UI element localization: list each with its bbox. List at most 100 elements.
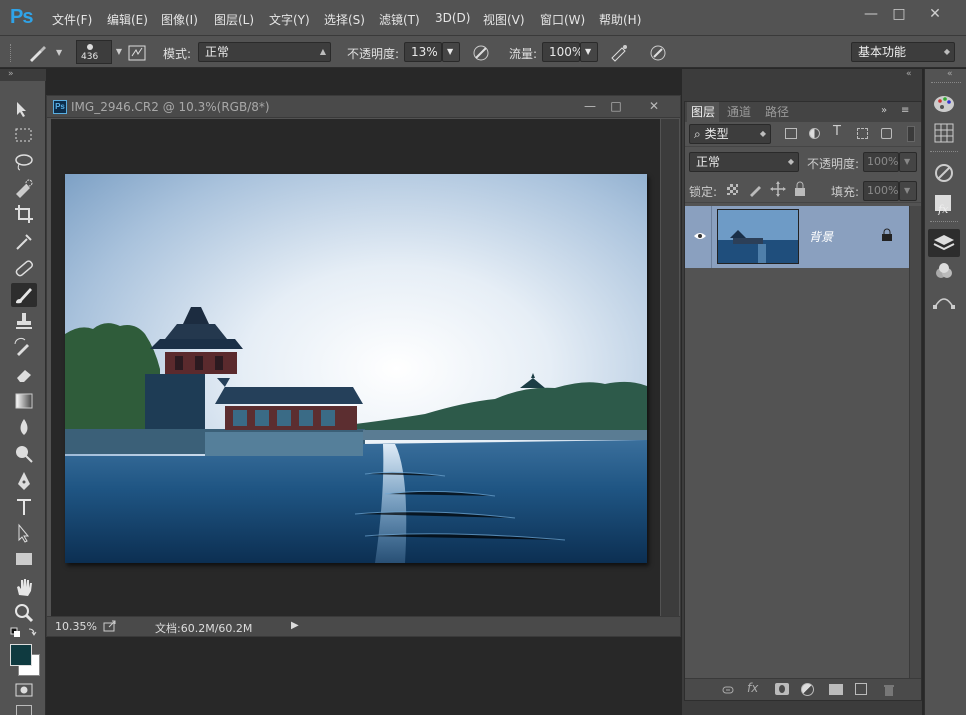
tab-channels[interactable]: 通道	[721, 102, 757, 122]
tab-layers[interactable]: 图层	[687, 102, 719, 122]
layer-filter-select[interactable]: ⌕ 类型 ◆	[689, 124, 771, 144]
mode-select[interactable]: 正常 ▲	[198, 42, 331, 62]
layer-opacity-dropdown-arrow-icon[interactable]: ▼	[899, 152, 917, 172]
filter-shape-icon[interactable]	[857, 128, 868, 139]
strip-grip[interactable]	[931, 82, 961, 86]
fx-icon[interactable]: fx	[747, 681, 758, 695]
flow-input[interactable]: 100%	[542, 42, 583, 62]
foreground-color-swatch[interactable]	[10, 644, 32, 666]
filter-adjustment-icon[interactable]	[809, 128, 820, 139]
color-palette-icon[interactable]	[932, 93, 956, 115]
adjustments-icon[interactable]	[932, 162, 956, 184]
document-titlebar[interactable]: Ps IMG_2946.CR2 @ 10.3%(RGB/8*) — □ ✕	[47, 96, 680, 118]
eye-icon[interactable]	[693, 230, 707, 242]
pressure-size-icon[interactable]	[647, 42, 669, 64]
adjustment-layer-icon[interactable]	[801, 683, 814, 696]
path-selection-tool-icon[interactable]	[11, 521, 37, 545]
options-grip[interactable]	[10, 44, 13, 62]
panel-menu-icon[interactable]: ≡	[901, 105, 909, 116]
fill-dropdown-arrow-icon[interactable]: ▼	[899, 181, 917, 201]
channels-icon[interactable]	[932, 260, 956, 282]
quick-selection-tool-icon[interactable]	[11, 176, 37, 200]
airbrush-icon[interactable]	[608, 42, 630, 64]
zoom-tool-icon[interactable]	[11, 601, 37, 625]
fill-input[interactable]: 100%	[863, 181, 899, 201]
group-folder-icon[interactable]	[829, 684, 843, 695]
menu-3d[interactable]: 3D(D)	[435, 11, 470, 25]
opacity-dropdown-arrow-icon[interactable]: ▼	[442, 42, 460, 62]
filter-toggle-switch[interactable]	[907, 126, 915, 142]
flow-dropdown-arrow-icon[interactable]: ▼	[580, 42, 598, 62]
share-icon[interactable]	[103, 620, 117, 632]
hand-tool-icon[interactable]	[11, 575, 37, 599]
eraser-tool-icon[interactable]	[11, 362, 37, 386]
maximize-button[interactable]: □	[882, 4, 916, 24]
menu-filter[interactable]: 滤镜(T)	[379, 11, 420, 28]
lasso-tool-icon[interactable]	[11, 150, 37, 174]
brush-panel-toggle-icon[interactable]	[126, 42, 148, 64]
lock-all-icon[interactable]	[793, 180, 807, 198]
layer-name[interactable]: 背景	[809, 228, 833, 245]
clone-stamp-tool-icon[interactable]	[11, 309, 37, 333]
zoom-level[interactable]: 10.35%	[55, 620, 97, 633]
pressure-opacity-icon[interactable]	[470, 42, 492, 64]
menu-image[interactable]: 图像(I)	[161, 11, 198, 28]
type-tool-icon[interactable]	[11, 495, 37, 519]
layers-scrollbar[interactable]	[909, 206, 921, 682]
styles-fx-icon[interactable]: fx	[932, 193, 956, 215]
menu-edit[interactable]: 编辑(E)	[107, 11, 148, 28]
preset-dropdown-arrow-icon[interactable]: ▼	[56, 48, 62, 57]
doc-maximize-button[interactable]: □	[603, 96, 629, 116]
blur-tool-icon[interactable]	[11, 415, 37, 439]
gradient-tool-icon[interactable]	[11, 389, 37, 413]
dodge-tool-icon[interactable]	[11, 441, 37, 465]
paths-icon[interactable]	[932, 289, 956, 311]
move-tool-icon[interactable]	[11, 97, 37, 121]
screen-mode-icon[interactable]	[16, 705, 32, 715]
menu-type[interactable]: 文字(Y)	[269, 11, 310, 28]
menu-layer[interactable]: 图层(L)	[214, 11, 254, 28]
menu-help[interactable]: 帮助(H)	[599, 11, 641, 28]
new-layer-icon[interactable]	[855, 683, 867, 695]
add-mask-icon[interactable]	[775, 683, 789, 695]
layer-opacity-input[interactable]: 100%	[863, 152, 899, 172]
eyedropper-tool-icon[interactable]	[11, 229, 37, 253]
doc-minimize-button[interactable]: —	[577, 96, 603, 116]
menu-file[interactable]: 文件(F)	[52, 11, 92, 28]
status-menu-arrow-icon[interactable]: ▶	[291, 620, 299, 631]
doc-close-button[interactable]: ✕	[641, 96, 667, 116]
brush-tool-preset-icon[interactable]	[26, 42, 48, 64]
brush-size-picker[interactable]: 436 ▼	[76, 40, 122, 64]
brush-tool-icon[interactable]	[11, 283, 37, 307]
filter-smart-object-icon[interactable]	[881, 128, 892, 139]
marquee-tool-icon[interactable]	[11, 123, 37, 147]
collapse-toolbar-icon[interactable]: »	[8, 69, 14, 79]
blend-mode-select[interactable]: 正常 ◆	[689, 152, 799, 172]
close-button[interactable]: ✕	[918, 4, 952, 24]
default-colors-icon[interactable]	[9, 626, 37, 640]
menu-window[interactable]: 窗口(W)	[540, 11, 585, 28]
workspace-select[interactable]: 基本功能 ◆	[851, 42, 955, 62]
opacity-input[interactable]: 13%	[404, 42, 442, 62]
expand-panel-icon[interactable]: »	[881, 105, 887, 116]
layers-panel-toggle[interactable]	[928, 229, 960, 257]
collapse-panels-icon[interactable]: «	[906, 69, 912, 79]
lock-position-icon[interactable]	[769, 180, 787, 198]
menu-select[interactable]: 选择(S)	[324, 11, 365, 28]
history-brush-tool-icon[interactable]	[11, 336, 37, 360]
quick-mask-icon[interactable]	[11, 680, 37, 704]
healing-brush-tool-icon[interactable]	[11, 256, 37, 280]
swatches-icon[interactable]	[932, 122, 956, 144]
expand-icon-strip-icon[interactable]: «	[947, 69, 953, 79]
lock-transparent-icon[interactable]	[727, 184, 738, 195]
toolbar-header[interactable]: »	[0, 69, 46, 81]
document-image[interactable]	[65, 174, 647, 563]
lock-image-icon[interactable]	[747, 180, 765, 198]
tab-paths[interactable]: 路径	[759, 102, 795, 122]
link-layers-icon[interactable]	[721, 683, 735, 697]
trash-icon[interactable]	[883, 683, 895, 696]
filter-pixel-icon[interactable]	[785, 128, 797, 139]
rectangle-tool-icon[interactable]	[11, 547, 37, 571]
crop-tool-icon[interactable]	[11, 202, 37, 226]
layer-thumbnail[interactable]	[717, 209, 799, 264]
